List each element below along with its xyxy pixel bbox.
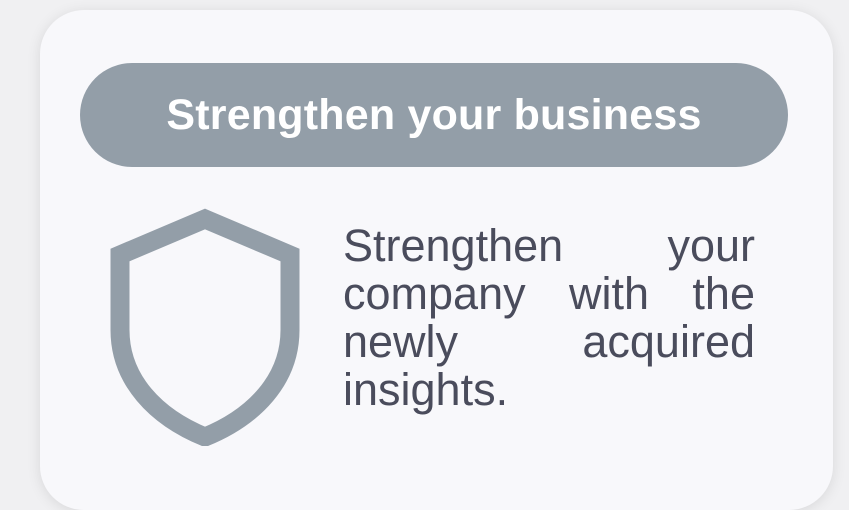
- card-description: Strengthen your company with the newly a…: [343, 220, 755, 415]
- shield-icon: [108, 208, 302, 448]
- card-title: Strengthen your business: [166, 90, 702, 139]
- card-title-pill: Strengthen your business: [80, 63, 788, 167]
